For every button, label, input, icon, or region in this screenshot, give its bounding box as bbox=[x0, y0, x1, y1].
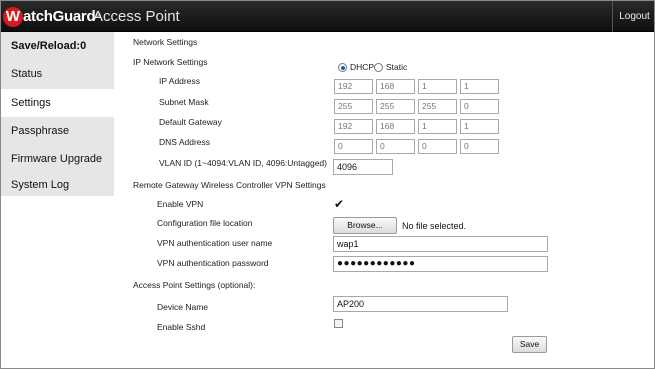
gateway-octet-2[interactable]: 168 bbox=[376, 119, 415, 134]
ip-address-octet-4[interactable]: 1 bbox=[460, 79, 499, 94]
sidebar-item-settings[interactable]: Settings bbox=[1, 89, 114, 117]
dhcp-label: DHCP bbox=[350, 62, 375, 72]
enable-vpn-label: Enable VPN bbox=[157, 199, 204, 209]
watchguard-logo: WatchGuard ® bbox=[3, 6, 101, 27]
config-file-label: Configuration file location bbox=[157, 218, 253, 228]
sidebar: Save/Reload:0 Status Settings Passphrase… bbox=[1, 32, 114, 196]
logo-text: atchGuard bbox=[23, 8, 96, 25]
dhcp-radio[interactable] bbox=[338, 63, 347, 72]
sidebar-item-status[interactable]: Status bbox=[1, 60, 114, 88]
ip-address-octet-2[interactable]: 168 bbox=[376, 79, 415, 94]
dns-octet-2[interactable]: 0 bbox=[376, 139, 415, 154]
top-bar: WatchGuard ® Access Point Logout bbox=[1, 1, 654, 32]
ip-address-octet-3[interactable]: 1 bbox=[418, 79, 457, 94]
device-name-label: Device Name bbox=[157, 302, 209, 312]
device-name-input[interactable]: AP200 bbox=[333, 296, 508, 312]
static-radio[interactable] bbox=[374, 63, 383, 72]
gateway-octet-4[interactable]: 1 bbox=[460, 119, 499, 134]
subnet-mask-label: Subnet Mask bbox=[159, 97, 209, 107]
ip-network-settings-heading: IP Network Settings bbox=[133, 57, 208, 67]
sidebar-item-passphrase[interactable]: Passphrase bbox=[1, 117, 114, 145]
subnet-octet-3[interactable]: 255 bbox=[418, 99, 457, 114]
gateway-octet-3[interactable]: 1 bbox=[418, 119, 457, 134]
subnet-octet-2[interactable]: 255 bbox=[376, 99, 415, 114]
app-title: Access Point bbox=[93, 8, 180, 25]
network-settings-heading: Network Settings bbox=[133, 37, 198, 47]
subnet-octet-1[interactable]: 255 bbox=[334, 99, 373, 114]
vlan-id-label: VLAN ID (1~4094:VLAN ID, 4096:Untagged) bbox=[159, 158, 327, 168]
vpn-settings-heading: Remote Gateway Wireless Controller VPN S… bbox=[133, 180, 326, 190]
browse-button[interactable]: Browse... bbox=[333, 217, 397, 234]
enable-sshd-checkbox[interactable] bbox=[334, 319, 343, 328]
logo-mark-icon: W bbox=[3, 6, 23, 27]
static-label: Static bbox=[386, 62, 408, 72]
vpn-username-input[interactable]: wap1 bbox=[333, 236, 548, 252]
vpn-username-label: VPN authentication user name bbox=[157, 238, 273, 248]
subnet-octet-4[interactable]: 0 bbox=[460, 99, 499, 114]
vpn-password-label: VPN authentication password bbox=[157, 258, 269, 268]
vpn-password-input[interactable]: ●●●●●●●●●●●● bbox=[333, 256, 548, 272]
dns-octet-3[interactable]: 0 bbox=[418, 139, 457, 154]
sidebar-item-firmware-upgrade[interactable]: Firmware Upgrade bbox=[1, 145, 114, 173]
app-window: WatchGuard ® Access Point Logout Save/Rel… bbox=[0, 0, 655, 369]
default-gateway-label: Default Gateway bbox=[159, 117, 222, 127]
settings-panel: Network Settings IP Network Settings DHC… bbox=[114, 32, 654, 368]
ip-address-octet-1[interactable]: 192 bbox=[334, 79, 373, 94]
dns-octet-4[interactable]: 0 bbox=[460, 139, 499, 154]
enable-vpn-checkbox[interactable]: ✔ bbox=[334, 198, 344, 210]
logout-button[interactable]: Logout bbox=[612, 1, 654, 32]
no-file-selected-text: No file selected. bbox=[402, 221, 467, 231]
sidebar-item-system-log[interactable]: System Log bbox=[1, 171, 114, 199]
gateway-octet-1[interactable]: 192 bbox=[334, 119, 373, 134]
save-button[interactable]: Save bbox=[512, 336, 547, 353]
enable-sshd-label: Enable Sshd bbox=[157, 322, 206, 332]
ap-settings-heading: Access Point Settings (optional): bbox=[133, 280, 256, 290]
sidebar-item-save-reload[interactable]: Save/Reload:0 bbox=[1, 32, 114, 60]
ip-address-label: IP Address bbox=[159, 76, 200, 86]
vlan-id-input[interactable]: 4096 bbox=[333, 159, 393, 175]
dns-octet-1[interactable]: 0 bbox=[334, 139, 373, 154]
dns-address-label: DNS Address bbox=[159, 137, 211, 147]
